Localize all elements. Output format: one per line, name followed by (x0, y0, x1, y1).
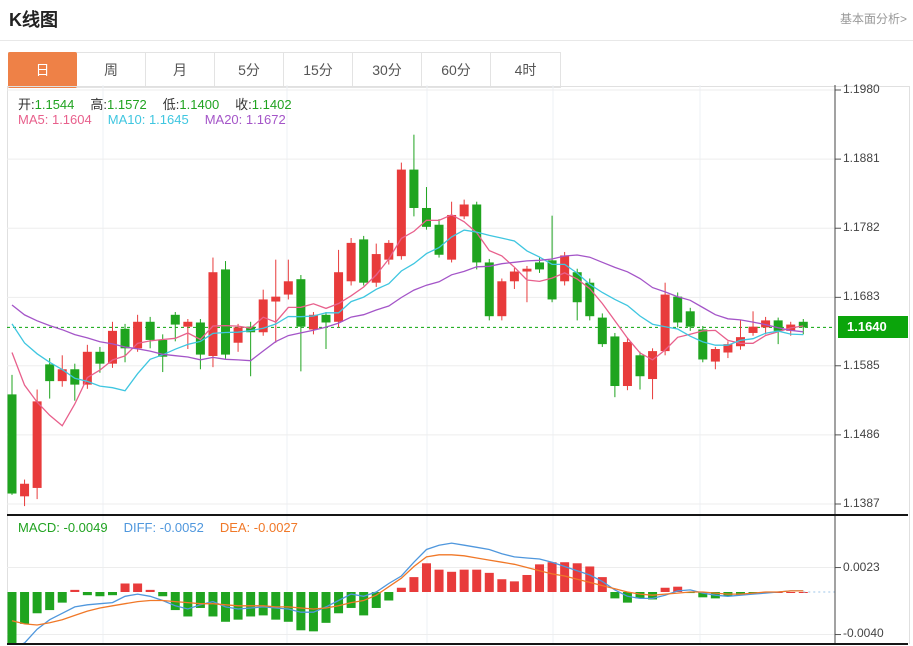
kline-page: K线图 基本面分析> 日 周 月 5分 15分 30分 60分 4时 开:1.1… (0, 0, 913, 646)
macd-chart[interactable] (7, 516, 908, 643)
page-title: K线图 (9, 6, 58, 32)
tab-month[interactable]: 月 (146, 53, 215, 87)
current-price-badge: 1.1640 (838, 316, 908, 338)
chart-bottom-border (7, 643, 908, 645)
panel-divider (7, 514, 908, 516)
header: K线图 基本面分析> (0, 0, 913, 41)
tab-day[interactable]: 日 (8, 52, 77, 88)
tab-week[interactable]: 周 (77, 53, 146, 87)
tab-60min[interactable]: 60分 (422, 53, 491, 87)
tab-30min[interactable]: 30分 (353, 53, 422, 87)
tab-4hour[interactable]: 4时 (491, 53, 560, 87)
tab-15min[interactable]: 15分 (284, 53, 353, 87)
main-candlestick-chart[interactable] (7, 85, 908, 514)
fundamental-analysis-link[interactable]: 基本面分析> (840, 10, 907, 27)
tab-5min[interactable]: 5分 (215, 53, 284, 87)
period-tabs: 日 周 月 5分 15分 30分 60分 4时 (8, 52, 561, 88)
